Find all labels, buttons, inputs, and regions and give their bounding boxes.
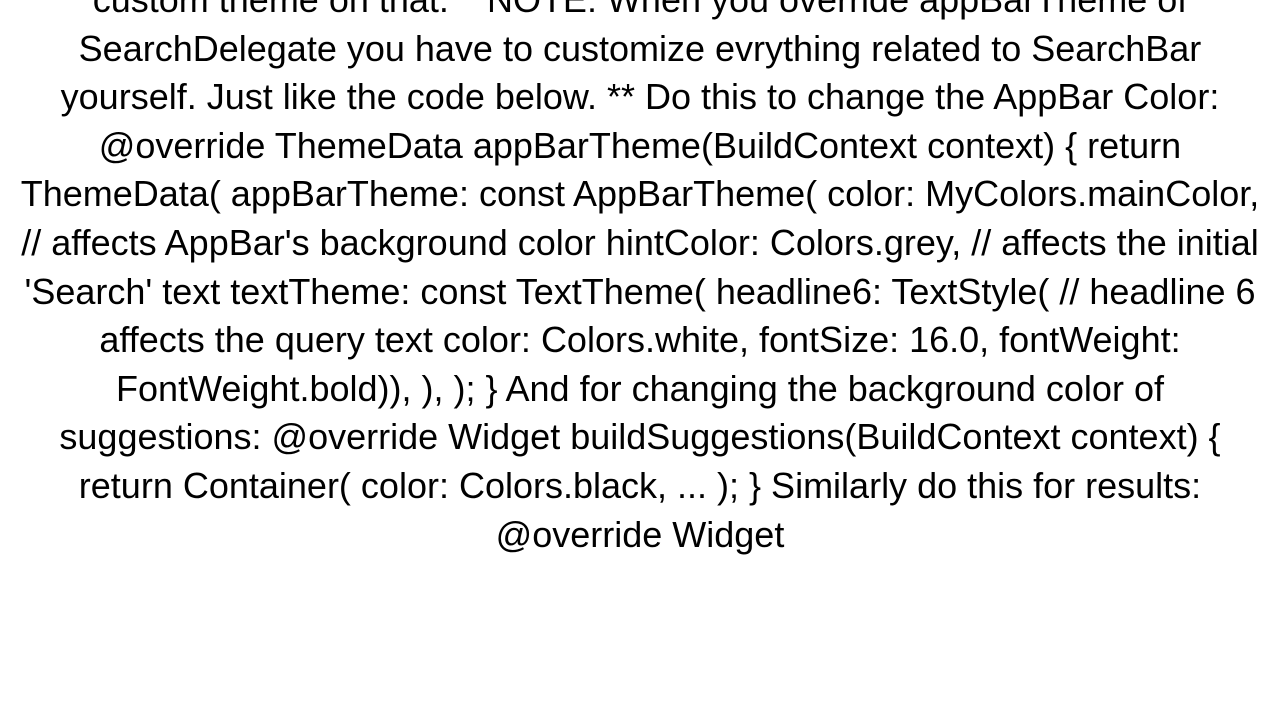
document-body: custom theme on that. **NOTE: When you o…	[20, 0, 1260, 559]
body-text: custom theme on that. **NOTE: When you o…	[21, 0, 1260, 555]
